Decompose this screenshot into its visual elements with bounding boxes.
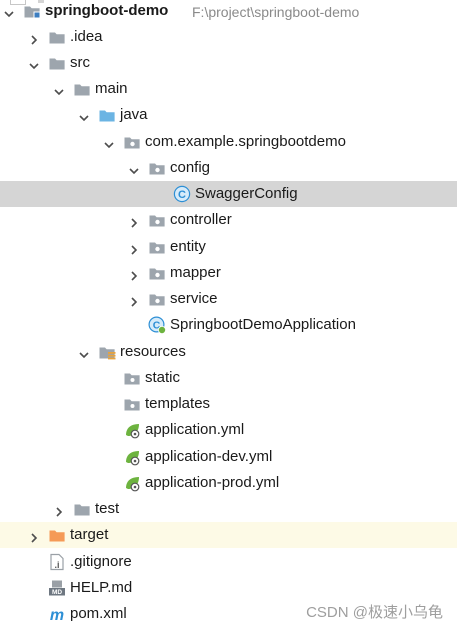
tree-row[interactable]: controller bbox=[0, 207, 457, 233]
tree-row[interactable]: C SpringbootDemoApplication bbox=[0, 312, 457, 338]
tree-row-label: springboot-demo bbox=[45, 2, 169, 19]
source-root-folder-icon bbox=[98, 106, 116, 124]
tree-row[interactable]: .idea bbox=[0, 24, 457, 50]
chevron-right-icon[interactable] bbox=[129, 242, 139, 255]
tree-row-label: application-dev.yml bbox=[145, 448, 273, 465]
tree-row-label: resources bbox=[120, 343, 186, 360]
folder-icon bbox=[73, 500, 91, 518]
tree-row-label: mapper bbox=[170, 264, 221, 281]
chevron-right-icon[interactable] bbox=[129, 294, 139, 307]
chevron-right-icon[interactable] bbox=[129, 268, 139, 281]
package-icon bbox=[123, 133, 141, 151]
tree-row[interactable]: entity bbox=[0, 234, 457, 260]
tree-row-label: templates bbox=[145, 395, 211, 412]
resources-root-folder-icon bbox=[98, 343, 116, 361]
package-icon bbox=[148, 264, 166, 282]
folder-icon bbox=[48, 28, 66, 46]
chevron-down-icon[interactable] bbox=[4, 6, 14, 18]
package-icon bbox=[148, 159, 166, 177]
tree-row[interactable]: java bbox=[0, 102, 457, 128]
tree-row-label: .gitignore bbox=[70, 553, 132, 570]
maven-pom-icon: m bbox=[48, 605, 66, 624]
chevron-down-icon[interactable] bbox=[29, 58, 39, 70]
spring-yaml-icon bbox=[123, 448, 141, 466]
chevron-right-icon[interactable] bbox=[54, 504, 64, 517]
project-path: F:\project\springboot-demo bbox=[192, 4, 360, 20]
tree-row-label: src bbox=[70, 54, 90, 71]
tree-row[interactable]: config bbox=[0, 155, 457, 181]
tree-row-label: application.yml bbox=[145, 421, 245, 438]
tree-row-label: application-prod.yml bbox=[145, 474, 280, 491]
svg-text:m: m bbox=[50, 607, 64, 623]
tree-row[interactable]: src bbox=[0, 50, 457, 76]
tree-row[interactable]: templates bbox=[0, 391, 457, 417]
folder-icon bbox=[48, 54, 66, 72]
tree-row[interactable]: service bbox=[0, 286, 457, 312]
module-folder-icon bbox=[23, 2, 41, 20]
tree-row-label: SwaggerConfig bbox=[195, 185, 298, 202]
tree-row[interactable]: static bbox=[0, 365, 457, 391]
chevron-right-icon[interactable] bbox=[129, 215, 139, 228]
chevron-down-icon[interactable] bbox=[104, 137, 114, 149]
spring-yaml-icon bbox=[123, 421, 141, 439]
tree-row-label: com.example.springbootdemo bbox=[145, 133, 346, 150]
tree-row-label: .idea bbox=[70, 28, 103, 45]
tree-row-label: target bbox=[70, 526, 109, 543]
folder-icon bbox=[73, 80, 91, 98]
tree-row[interactable]: springboot-demo F:\project\springboot-dem… bbox=[0, 0, 457, 24]
folder-dot-icon bbox=[123, 369, 141, 387]
tree-row[interactable]: target bbox=[0, 522, 457, 548]
tree-row-label: static bbox=[145, 369, 181, 386]
folder-dot-icon bbox=[123, 395, 141, 413]
tree-row[interactable]: application-dev.yml bbox=[0, 444, 457, 470]
chevron-down-icon[interactable] bbox=[79, 347, 89, 359]
tree-row[interactable]: .i .gitignore bbox=[0, 549, 457, 575]
tree-row-label: SpringbootDemoApplication bbox=[170, 316, 356, 333]
watermark: CSDN @极速小乌龟 bbox=[306, 604, 443, 621]
tree-row-label: main bbox=[95, 80, 128, 97]
svg-text:.i: .i bbox=[54, 560, 59, 570]
tree-row[interactable]: MD HELP.md bbox=[0, 575, 457, 601]
package-icon bbox=[148, 238, 166, 256]
svg-text:MD: MD bbox=[52, 589, 62, 596]
tree-row[interactable]: resources bbox=[0, 339, 457, 365]
tree-row-label: test bbox=[95, 500, 120, 517]
package-icon bbox=[148, 211, 166, 229]
tree-row-label: config bbox=[170, 159, 211, 176]
tree-row[interactable]: mapper bbox=[0, 260, 457, 286]
markdown-file-icon: MD bbox=[48, 579, 66, 597]
tree-row-label: controller bbox=[170, 211, 232, 228]
tree-row[interactable]: application-prod.yml bbox=[0, 470, 457, 496]
tree-row[interactable]: main bbox=[0, 76, 457, 102]
tree-row-label: java bbox=[120, 106, 148, 123]
chevron-right-icon[interactable] bbox=[29, 32, 39, 45]
tree-row-label: entity bbox=[170, 238, 206, 255]
svg-text:C: C bbox=[178, 189, 186, 201]
chevron-down-icon[interactable] bbox=[129, 163, 139, 175]
chevron-down-icon[interactable] bbox=[54, 84, 64, 96]
tree-row-label: HELP.md bbox=[70, 579, 133, 596]
chevron-down-icon[interactable] bbox=[79, 110, 89, 122]
gitignore-file-icon: .i bbox=[48, 553, 66, 571]
spring-boot-class-icon: C bbox=[148, 316, 166, 334]
java-class-icon: C bbox=[173, 185, 191, 203]
tree-row[interactable]: test bbox=[0, 496, 457, 522]
excluded-folder-icon bbox=[48, 526, 66, 544]
tree-row[interactable]: application.yml bbox=[0, 417, 457, 443]
tree-row-label: service bbox=[170, 290, 218, 307]
chevron-right-icon[interactable] bbox=[29, 530, 39, 543]
spring-yaml-icon bbox=[123, 474, 141, 492]
package-icon bbox=[148, 290, 166, 308]
tree-row[interactable]: com.example.springbootdemo bbox=[0, 129, 457, 155]
tree-row-label: pom.xml bbox=[70, 605, 127, 622]
tree-row[interactable]: C SwaggerConfig bbox=[0, 181, 457, 207]
